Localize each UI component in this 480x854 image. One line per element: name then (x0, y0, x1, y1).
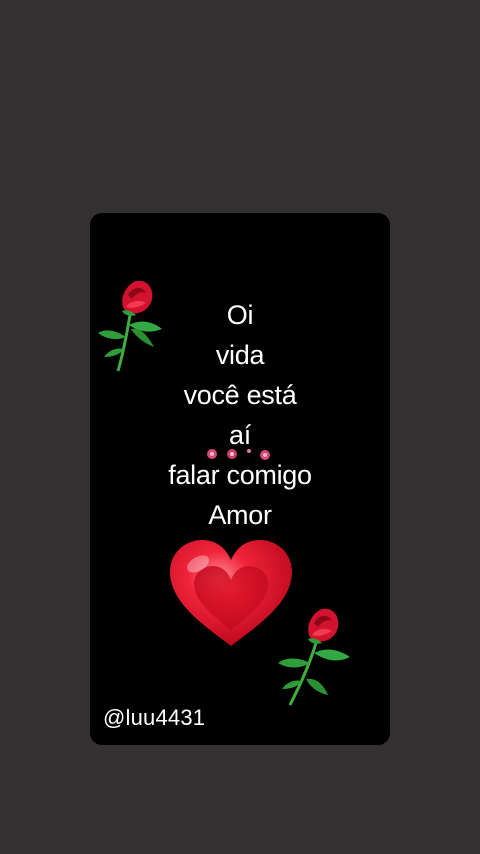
screen: Oi vida você está aí falar comigo Amor @… (0, 0, 480, 854)
username-watermark: @luu4431 (103, 705, 206, 730)
message-line-2: vida (215, 340, 265, 370)
message-line-5: falar comigo (168, 460, 312, 490)
message-line-6: Amor (208, 500, 272, 530)
message-line-3: você está (183, 380, 297, 410)
rose-icon (278, 608, 350, 706)
post-card[interactable]: Oi vida você está aí falar comigo Amor @… (90, 213, 390, 745)
message-line-1: Oi (226, 300, 254, 330)
